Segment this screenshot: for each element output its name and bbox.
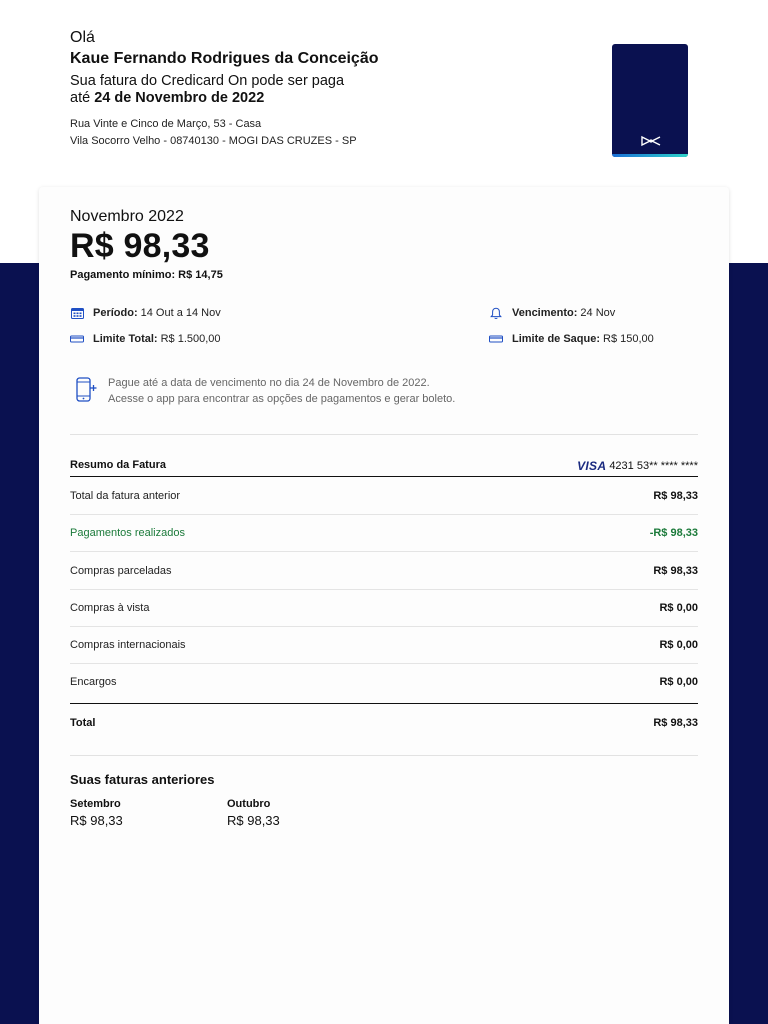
row-value: R$ 98,33 (653, 565, 698, 577)
address-city: Vila Socorro Velho - 08740130 - MOGI DAS… (70, 135, 357, 147)
card-brand-logo-icon (641, 134, 661, 152)
previous-month: Setembro (70, 798, 121, 810)
row-value: -R$ 98,33 (649, 527, 698, 539)
vencimento-info: Vencimento: 24 Nov (489, 307, 615, 319)
row-label: Encargos (70, 676, 117, 688)
limite-total-info: Limite Total: R$ 1.500,00 (70, 333, 221, 345)
periodo-label: Período: (93, 307, 138, 319)
mobile-phone-icon (76, 377, 98, 408)
card-icon (70, 333, 84, 345)
previous-month: Outubro (227, 798, 271, 810)
payment-info-line: Sua fatura do Credicard On pode ser paga (70, 73, 345, 89)
row-label: Compras à vista (70, 602, 150, 614)
notice-line-2: Acesse o app para encontrar as opções de… (108, 393, 456, 405)
resumo-row: Total da fatura anterior R$ 98,33 (70, 477, 698, 515)
limite-total-value: R$ 1.500,00 (160, 333, 221, 345)
previous-statement: Outubro R$ 98,33 (227, 798, 280, 828)
bell-icon (489, 307, 503, 319)
total-value: R$ 98,33 (653, 717, 698, 729)
resumo-row: Compras internacionais R$ 0,00 (70, 626, 698, 664)
resumo-total-row: Total R$ 98,33 (70, 703, 698, 741)
row-label: Pagamentos realizados (70, 527, 185, 539)
previous-statements-title: Suas faturas anteriores (70, 772, 215, 787)
section-divider (70, 755, 698, 756)
previous-amount: R$ 98,33 (70, 813, 123, 828)
row-label: Compras internacionais (70, 639, 186, 651)
vencimento-label: Vencimento: (512, 307, 578, 319)
row-value: R$ 0,00 (659, 676, 698, 688)
card-number-info: VISA 4231 53** **** **** (577, 459, 698, 473)
limite-saque-info: Limite de Saque: R$ 150,00 (489, 333, 654, 345)
calendar-icon (70, 307, 84, 319)
section-divider (70, 434, 698, 435)
limite-saque-value: R$ 150,00 (603, 333, 654, 345)
resumo-row: Pagamentos realizados -R$ 98,33 (70, 514, 698, 552)
resumo-row: Compras à vista R$ 0,00 (70, 589, 698, 627)
visa-logo-icon: VISA (577, 459, 607, 473)
resumo-row: Compras parceladas R$ 98,33 (70, 552, 698, 590)
card-number: 4231 53** **** **** (609, 460, 698, 472)
payment-notice: Pague até a data de vencimento no dia 24… (76, 377, 455, 408)
previous-amount: R$ 98,33 (227, 813, 280, 828)
due-date-prefix: até (70, 90, 91, 106)
notice-line-1: Pague até a data de vencimento no dia 24… (108, 377, 430, 389)
address-street: Rua Vinte e Cinco de Março, 53 - Casa (70, 118, 262, 130)
due-date-line: até 24 de Novembro de 2022 (70, 90, 264, 106)
row-value: R$ 98,33 (653, 490, 698, 502)
periodo-value: 14 Out a 14 Nov (140, 307, 221, 319)
card-icon (489, 333, 503, 345)
statement-amount: R$ 98,33 (70, 227, 210, 265)
resumo-header: Resumo da Fatura VISA 4231 53** **** ***… (70, 455, 698, 477)
vencimento-value: 24 Nov (580, 307, 616, 319)
card-stripe (612, 154, 688, 157)
limite-saque-label: Limite de Saque: (512, 333, 601, 345)
customer-name: Kaue Fernando Rodrigues da Conceição (70, 50, 379, 67)
statement-month: Novembro 2022 (70, 208, 184, 225)
previous-statement: Setembro R$ 98,33 (70, 798, 123, 828)
resumo-title: Resumo da Fatura (70, 459, 166, 471)
row-label: Compras parceladas (70, 565, 172, 577)
resumo-row: Encargos R$ 0,00 (70, 663, 698, 700)
greeting: Olá (70, 29, 95, 46)
credit-card-image (612, 44, 688, 157)
periodo-info: Período: 14 Out a 14 Nov (70, 307, 221, 319)
row-value: R$ 0,00 (659, 639, 698, 651)
row-label: Total da fatura anterior (70, 490, 181, 502)
limite-total-label: Limite Total: (93, 333, 158, 345)
row-value: R$ 0,00 (659, 602, 698, 614)
due-date-text: 24 de Novembro de 2022 (94, 90, 265, 106)
statement-sheet: Novembro 2022 R$ 98,33 Pagamento mínimo:… (39, 187, 729, 1024)
total-label: Total (70, 717, 96, 729)
minimum-payment: Pagamento mínimo: R$ 14,75 (70, 269, 223, 281)
